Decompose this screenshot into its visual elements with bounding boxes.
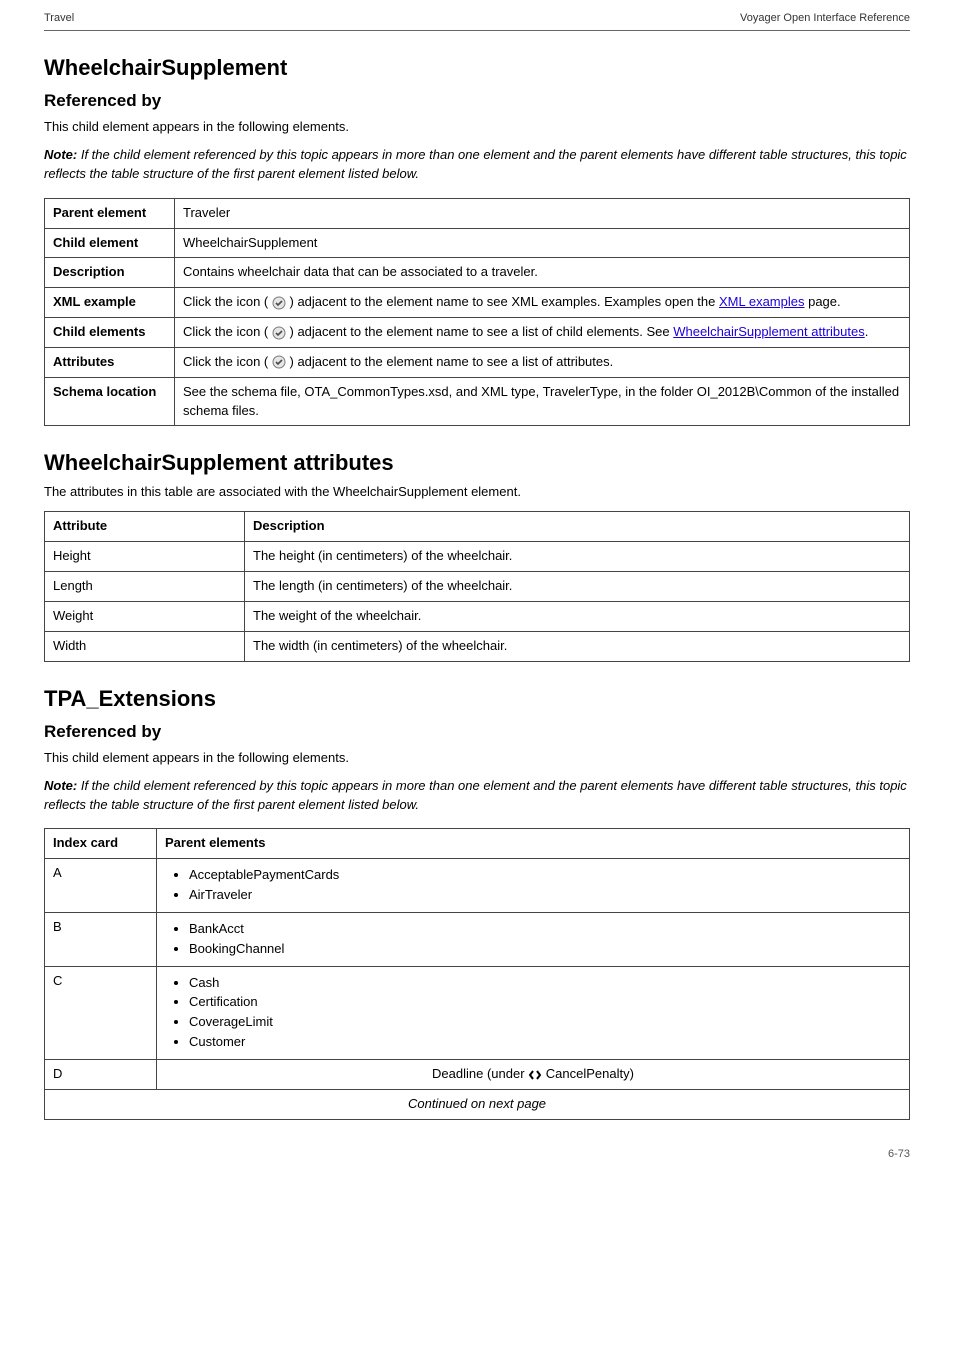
table-row: Child element WheelchairSupplement xyxy=(45,228,910,258)
text-fragment: page. xyxy=(804,294,840,309)
cell-label: XML example xyxy=(53,294,136,309)
cell-label: Attributes xyxy=(53,354,114,369)
text-fragment: Click the icon ( xyxy=(183,354,272,369)
cell-label: Description xyxy=(53,264,125,279)
cell-value: Click the icon ( ) adjacent to the eleme… xyxy=(175,318,910,348)
cell-header: Index card xyxy=(53,835,118,850)
note-label-1: Note: xyxy=(44,147,77,162)
cell-value: Traveler xyxy=(175,198,910,228)
page-number: 6-73 xyxy=(44,1148,910,1160)
section-title-wheelchair-attributes: WheelchairSupplement attributes xyxy=(44,450,910,476)
table-row: Continued on next page xyxy=(45,1089,910,1119)
list-item: AcceptablePaymentCards xyxy=(189,866,901,885)
table-row: XML example Click the icon ( ) adjacent … xyxy=(45,288,910,318)
text-fragment: Click the icon ( xyxy=(183,324,272,339)
text-fragment: Click the icon ( xyxy=(183,294,272,309)
section-title-tpa-extensions: TPA_Extensions xyxy=(44,686,910,712)
table-row: Description Contains wheelchair data tha… xyxy=(45,258,910,288)
cell-list: Deadline (under CancelPenalty) xyxy=(157,1059,910,1089)
subsection-referenced-by-2: Referenced by xyxy=(44,722,910,742)
table-row: Attribute Description xyxy=(45,512,910,542)
cell-value: The width (in centimeters) of the wheelc… xyxy=(245,631,910,661)
cell-value: WheelchairSupplement xyxy=(175,228,910,258)
list-item: Certification xyxy=(189,993,901,1012)
list-item: Cash xyxy=(189,974,901,993)
table-wheelchairsupplement: Parent element Traveler Child element Wh… xyxy=(44,198,910,427)
cell-value: Contains wheelchair data that can be ass… xyxy=(175,258,910,288)
intro-3: This child element appears in the follow… xyxy=(44,750,910,765)
table-wheelchair-attributes: Attribute Description Height The height … xyxy=(44,511,910,661)
cell-header: Description xyxy=(253,518,325,533)
page-header: Travel Voyager Open Interface Reference xyxy=(44,0,910,31)
table-row: Length The length (in centimeters) of th… xyxy=(45,572,910,602)
table-row: Index card Parent elements xyxy=(45,829,910,859)
table-row: Weight The weight of the wheelchair. xyxy=(45,601,910,631)
text-fragment: ) adjacent to the element name to see a … xyxy=(290,354,614,369)
cell-label: Weight xyxy=(45,601,245,631)
note-2: Note: If the child element referenced by… xyxy=(44,777,910,815)
check-icon xyxy=(272,355,286,369)
text-fragment: ) adjacent to the element name to see XM… xyxy=(290,294,719,309)
link-wheelchair-attributes[interactable]: WheelchairSupplement attributes xyxy=(673,324,865,339)
link-xml-examples[interactable]: XML examples xyxy=(719,294,805,309)
cell-label: Schema location xyxy=(53,384,156,399)
table-row: Attributes Click the icon ( ) adjacent t… xyxy=(45,347,910,377)
cell-label: Child element xyxy=(53,235,138,250)
note-label-2: Note: xyxy=(44,778,77,793)
note-body-1: If the child element referenced by this … xyxy=(44,147,907,181)
cell-label: Length xyxy=(45,572,245,602)
cell-label: Parent element xyxy=(53,205,146,220)
list-item: AirTraveler xyxy=(189,886,901,905)
cell-index: B xyxy=(45,912,157,966)
intro-1: This child element appears in the follow… xyxy=(44,119,910,134)
table-row: Width The width (in centimeters) of the … xyxy=(45,631,910,661)
header-left: Travel xyxy=(44,12,74,24)
text-fragment: CancelPenalty xyxy=(546,1066,630,1081)
cell-label: Width xyxy=(45,631,245,661)
cell-value: Click the icon ( ) adjacent to the eleme… xyxy=(175,288,910,318)
table-tpa-extensions: Index card Parent elements A AcceptableP… xyxy=(44,828,910,1119)
table-row: Height The height (in centimeters) of th… xyxy=(45,542,910,572)
intro-2: The attributes in this table are associa… xyxy=(44,484,910,499)
cell-value: See the schema file, OTA_CommonTypes.xsd… xyxy=(175,377,910,426)
table-row: Parent element Traveler xyxy=(45,198,910,228)
note-body-2: If the child element referenced by this … xyxy=(44,778,907,812)
text-fragment: Deadline (under xyxy=(432,1066,528,1081)
cell-list: BankAcct BookingChannel xyxy=(157,912,910,966)
cell-label: Height xyxy=(45,542,245,572)
cell-value: The height (in centimeters) of the wheel… xyxy=(245,542,910,572)
cell-header: Attribute xyxy=(53,518,107,533)
check-icon xyxy=(272,326,286,340)
cell-header: Parent elements xyxy=(165,835,265,850)
table-row: A AcceptablePaymentCards AirTraveler xyxy=(45,859,910,913)
cell-index: C xyxy=(45,966,157,1059)
cell-list: Cash Certification CoverageLimit Custome… xyxy=(157,966,910,1059)
list-item: BankAcct xyxy=(189,920,901,939)
cell-value: The weight of the wheelchair. xyxy=(245,601,910,631)
subsection-referenced-by-1: Referenced by xyxy=(44,91,910,111)
section-title-wheelchairsupplement: WheelchairSupplement xyxy=(44,55,910,81)
text-fragment: . xyxy=(865,324,869,339)
continued-footer: Continued on next page xyxy=(45,1089,910,1119)
cell-index: A xyxy=(45,859,157,913)
note-1: Note: If the child element referenced by… xyxy=(44,146,910,184)
text-fragment: ) adjacent to the element name to see a … xyxy=(290,324,674,339)
check-icon xyxy=(272,296,286,310)
cell-list: AcceptablePaymentCards AirTraveler xyxy=(157,859,910,913)
cell-label: Child elements xyxy=(53,324,145,339)
table-row: C Cash Certification CoverageLimit Custo… xyxy=(45,966,910,1059)
list-item: CoverageLimit xyxy=(189,1013,901,1032)
table-row: Schema location See the schema file, OTA… xyxy=(45,377,910,426)
table-row: D Deadline (under CancelPenalty) xyxy=(45,1059,910,1089)
header-right: Voyager Open Interface Reference xyxy=(740,12,910,24)
cell-value: Click the icon ( ) adjacent to the eleme… xyxy=(175,347,910,377)
cell-value: The length (in centimeters) of the wheel… xyxy=(245,572,910,602)
table-row: Child elements Click the icon ( ) adjace… xyxy=(45,318,910,348)
cell-index: D xyxy=(45,1059,157,1089)
list-item: Customer xyxy=(189,1033,901,1052)
text-fragment: ) xyxy=(630,1066,634,1081)
expand-icon xyxy=(528,1069,542,1081)
list-item: BookingChannel xyxy=(189,940,901,959)
table-row: B BankAcct BookingChannel xyxy=(45,912,910,966)
